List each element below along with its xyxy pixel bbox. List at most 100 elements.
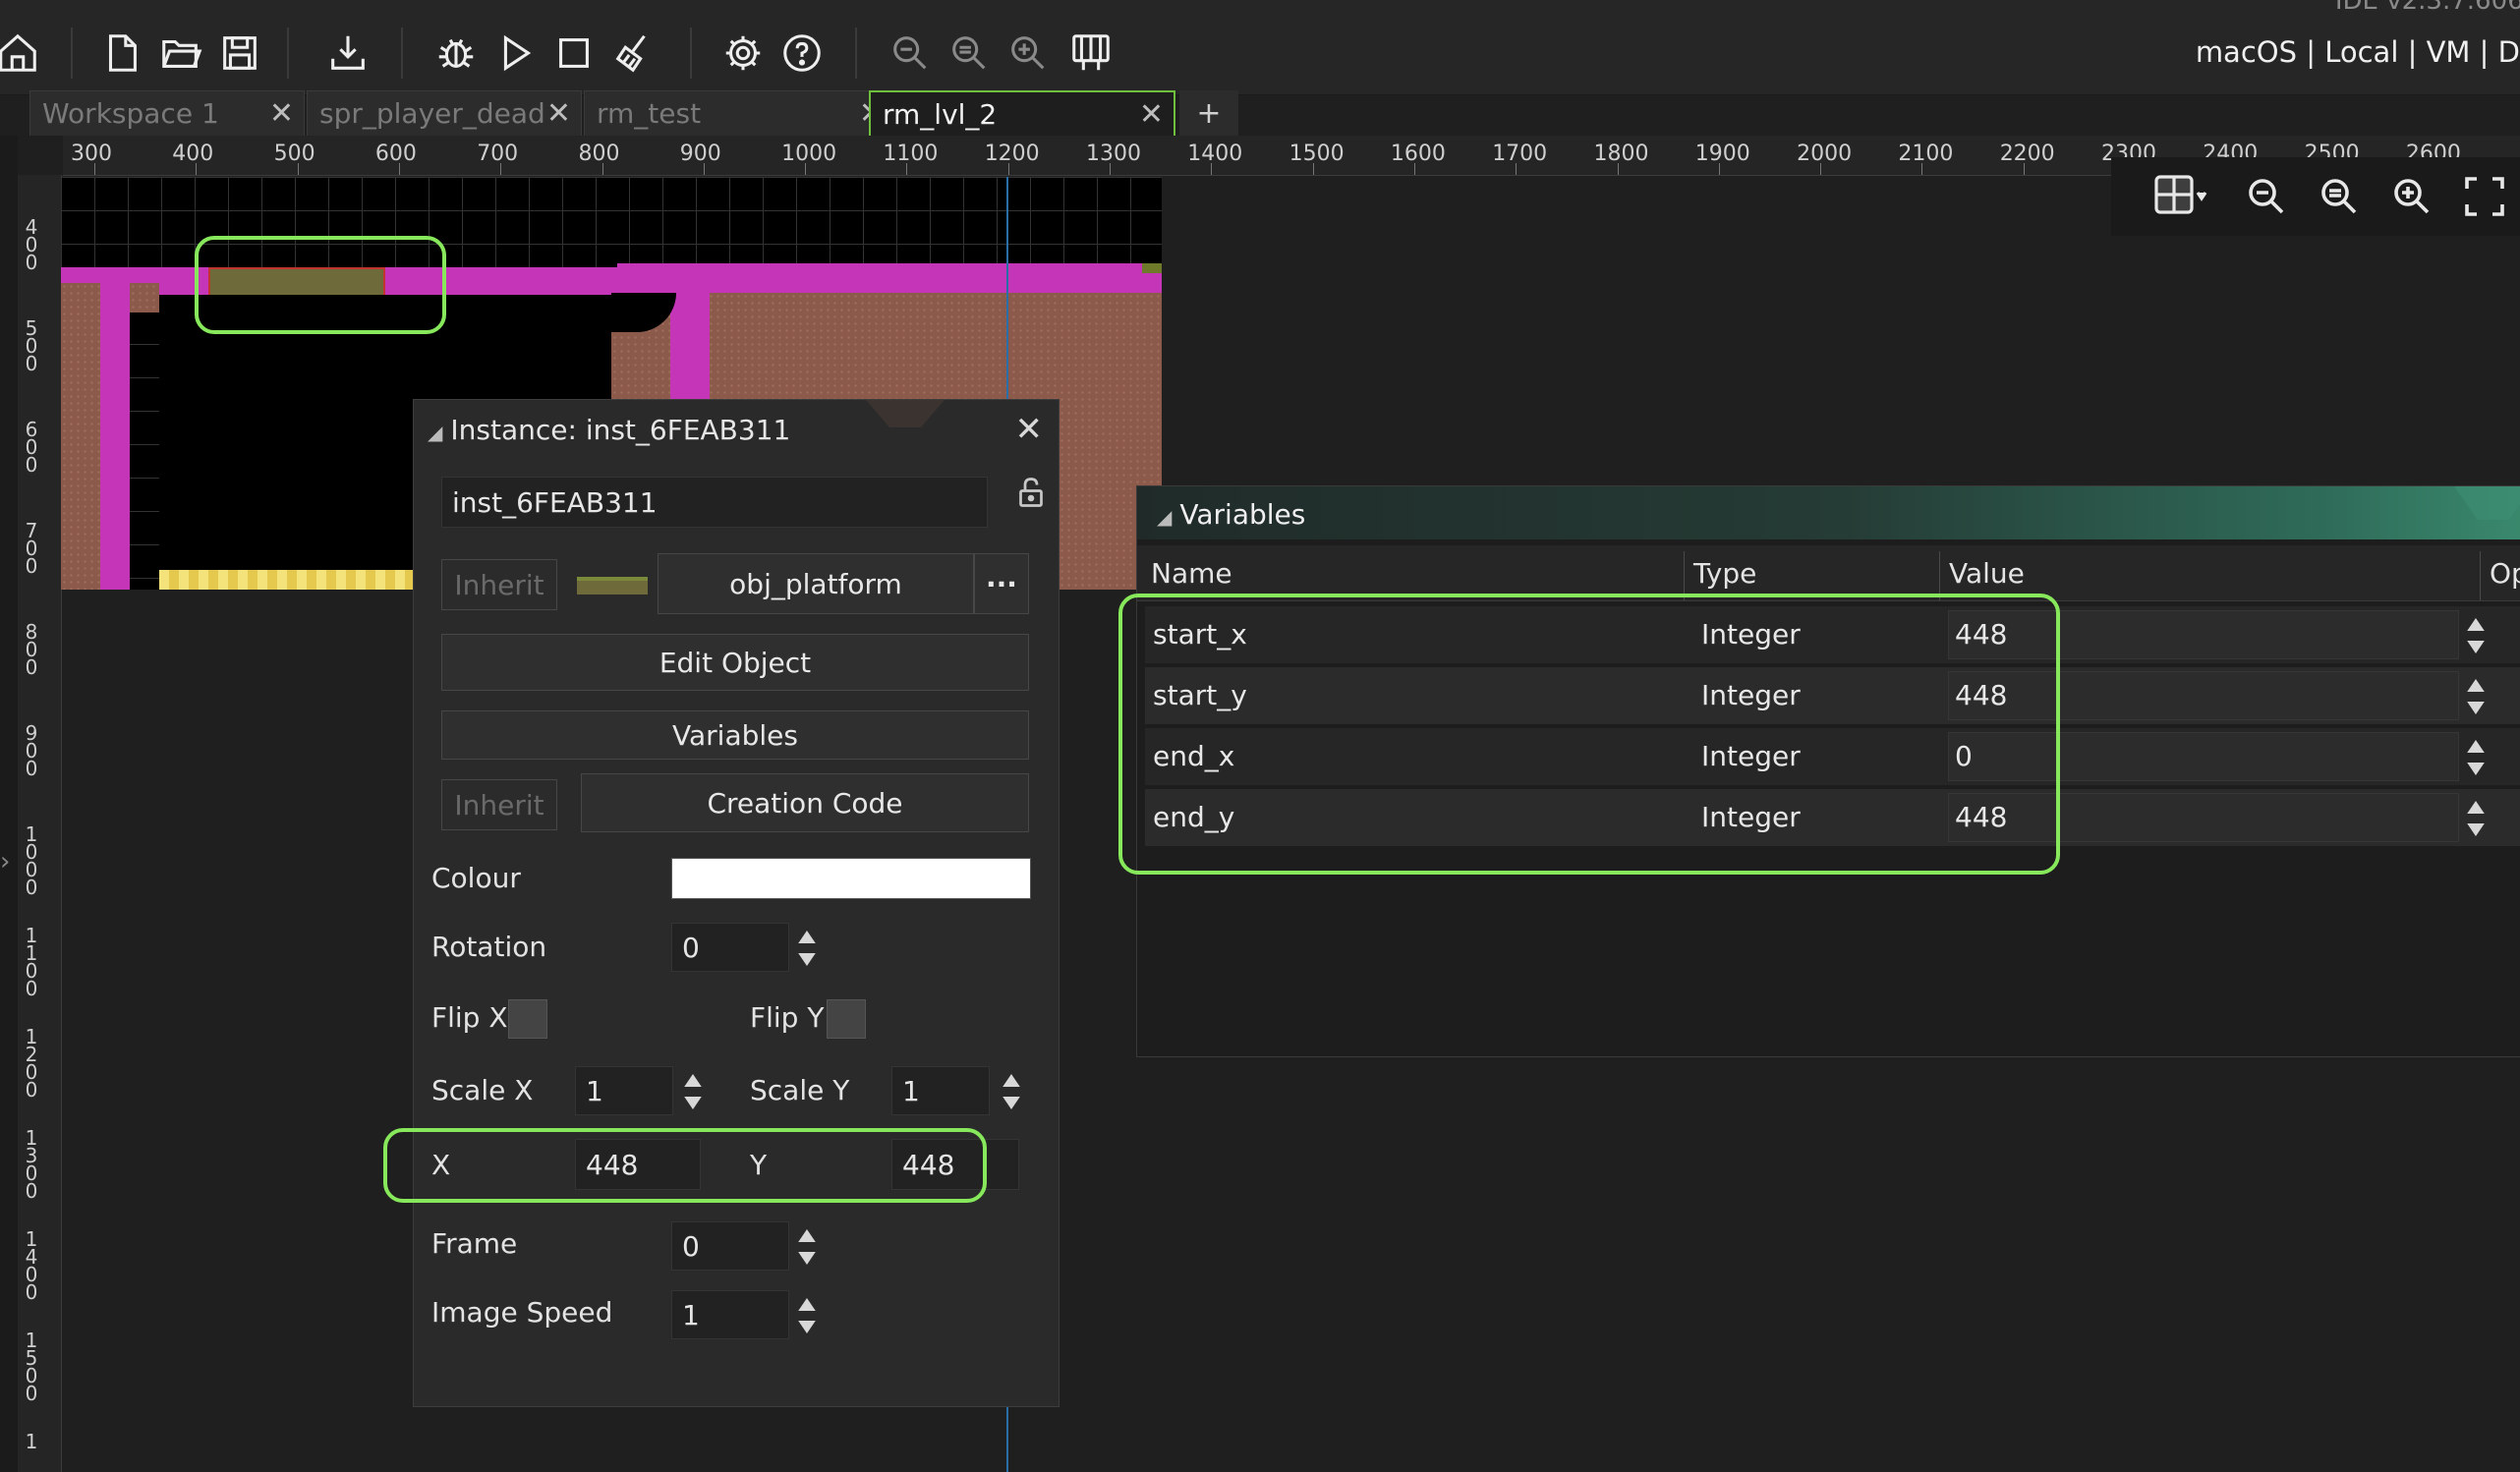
ide-version-label: IDE v2.3.7.606 R	[2334, 0, 2520, 16]
variables-highlight	[1118, 594, 2060, 875]
image-speed-input[interactable]: 1	[671, 1290, 789, 1339]
debug-icon[interactable]	[427, 24, 486, 83]
brick-corner	[130, 283, 159, 312]
add-tab-button[interactable]: +	[1179, 90, 1238, 136]
ruler-tick-label: 700	[25, 519, 38, 578]
help-icon[interactable]	[773, 24, 831, 83]
ruler-tick-label: 2000	[1797, 142, 1853, 166]
clean-icon[interactable]	[603, 24, 662, 83]
column-type[interactable]: Type	[1693, 557, 1756, 590]
scale-y-input[interactable]: 1	[891, 1066, 990, 1115]
main-toolbar: IDE v2.3.7.606 R macOS | Local | VM | D	[0, 0, 2520, 95]
close-icon[interactable]: ✕	[1015, 410, 1044, 449]
variables-panel-header: ◢ Variables	[1137, 486, 2520, 539]
settings-icon[interactable]	[714, 24, 773, 83]
tab-rm-test[interactable]: rm_test ✕	[584, 90, 894, 136]
zoom-out-icon[interactable]	[2237, 167, 2296, 226]
stop-icon[interactable]	[544, 24, 603, 83]
ruler-tick	[297, 163, 299, 175]
layout-icon[interactable]	[1061, 24, 1120, 83]
ruler-tick-label: 1500	[25, 1329, 38, 1405]
panel-title-text: Instance: inst_6FEAB311	[450, 414, 791, 446]
open-folder-icon[interactable]	[151, 24, 210, 83]
tab-spr-player-dead[interactable]: spr_player_dead ✕	[307, 90, 582, 136]
target-info-label[interactable]: macOS | Local | VM | D	[2196, 35, 2520, 69]
inherit-code-button[interactable]: Inherit	[441, 779, 557, 830]
variables-button[interactable]: Variables	[441, 710, 1029, 760]
object-more-button[interactable]: ···	[974, 553, 1029, 614]
object-sprite-thumbnail	[577, 577, 648, 594]
column-value[interactable]: Value	[1949, 557, 2025, 590]
tab-rm-lvl-2[interactable]: rm_lvl_2 ✕	[869, 90, 1175, 136]
new-file-icon[interactable]	[92, 24, 151, 83]
room-view-toolbar	[2111, 157, 2520, 236]
value-stepper[interactable]	[2462, 673, 2490, 720]
zoom-in-icon[interactable]	[999, 24, 1058, 83]
tab-workspace-1[interactable]: Workspace 1 ✕	[29, 90, 305, 136]
collapse-icon[interactable]: ◢	[1157, 505, 1172, 529]
ruler-tick-label: 1300	[1086, 142, 1141, 166]
ruler-tick	[1820, 163, 1822, 175]
edit-object-button[interactable]: Edit Object	[441, 634, 1029, 691]
export-icon[interactable]	[318, 24, 377, 83]
instance-name-field[interactable]: inst_6FEAB311	[441, 477, 988, 528]
ruler-tick-label: 900	[25, 721, 38, 780]
scale-x-label: Scale X	[431, 1074, 534, 1106]
zoom-out-icon[interactable]	[881, 24, 940, 83]
ruler-tick-label: 300	[71, 142, 112, 166]
scale-x-stepper[interactable]	[679, 1068, 707, 1115]
ruler-tick	[196, 163, 198, 175]
close-icon[interactable]: ✕	[269, 96, 294, 131]
close-icon[interactable]: ✕	[1139, 97, 1164, 132]
run-icon[interactable]	[486, 24, 544, 83]
ruler-tick-label: 400	[172, 142, 214, 166]
grid-toggle-button[interactable]	[2141, 167, 2219, 226]
flip-y-checkbox[interactable]	[827, 999, 866, 1039]
ruler-tick-label: 800	[25, 620, 38, 679]
unlock-icon[interactable]	[1013, 473, 1049, 516]
ruler-tick	[805, 163, 807, 175]
column-name[interactable]: Name	[1151, 557, 1232, 590]
image-speed-stepper[interactable]	[793, 1292, 821, 1339]
ledge-grass-right	[617, 263, 1162, 293]
colour-label: Colour	[431, 862, 521, 894]
panel-dock-notch[interactable]	[866, 400, 945, 427]
close-icon[interactable]: ✕	[546, 96, 571, 131]
column-divider[interactable]	[2480, 551, 2481, 600]
flip-x-label: Flip X	[431, 1001, 508, 1034]
toolbar-separator	[287, 28, 289, 79]
xy-highlight	[383, 1128, 987, 1203]
zoom-reset-icon[interactable]	[940, 24, 999, 83]
ruler-tick	[1007, 163, 1009, 175]
creation-code-button[interactable]: Creation Code	[581, 773, 1029, 832]
rotation-input[interactable]: 0	[671, 923, 789, 972]
collapse-icon[interactable]: ◢	[428, 421, 442, 444]
ruler-tick-label: 500	[273, 142, 315, 166]
scale-y-stepper[interactable]	[998, 1068, 1025, 1115]
ruler-tick	[1516, 163, 1518, 175]
ruler-tick	[1312, 163, 1314, 175]
ruler-tick	[1718, 163, 1720, 175]
tab-label: rm_lvl_2	[883, 97, 998, 131]
object-select-button[interactable]: obj_platform	[658, 553, 974, 614]
panel-dock-notch[interactable]	[2454, 486, 2520, 520]
value-stepper[interactable]	[2462, 612, 2490, 659]
colour-swatch[interactable]	[671, 858, 1031, 899]
column-options[interactable]: Op	[2490, 557, 2520, 590]
inherit-button[interactable]: Inherit	[441, 559, 557, 610]
save-icon[interactable]	[210, 24, 269, 83]
ruler-tick-label: 1600	[1390, 142, 1446, 166]
ruler-tick-label: 700	[477, 142, 519, 166]
scale-x-input[interactable]: 1	[575, 1066, 673, 1115]
value-stepper[interactable]	[2462, 734, 2490, 781]
flip-x-checkbox[interactable]	[508, 999, 547, 1039]
frame-stepper[interactable]	[793, 1223, 821, 1271]
frame-input[interactable]: 0	[671, 1221, 789, 1271]
expand-left-icon[interactable]: ›	[0, 847, 10, 877]
rotation-stepper[interactable]	[793, 925, 821, 972]
value-stepper[interactable]	[2462, 795, 2490, 842]
home-icon[interactable]	[0, 24, 47, 83]
zoom-in-icon[interactable]	[2382, 167, 2441, 226]
zoom-reset-icon[interactable]	[2310, 167, 2369, 226]
fullscreen-icon[interactable]	[2455, 167, 2514, 226]
